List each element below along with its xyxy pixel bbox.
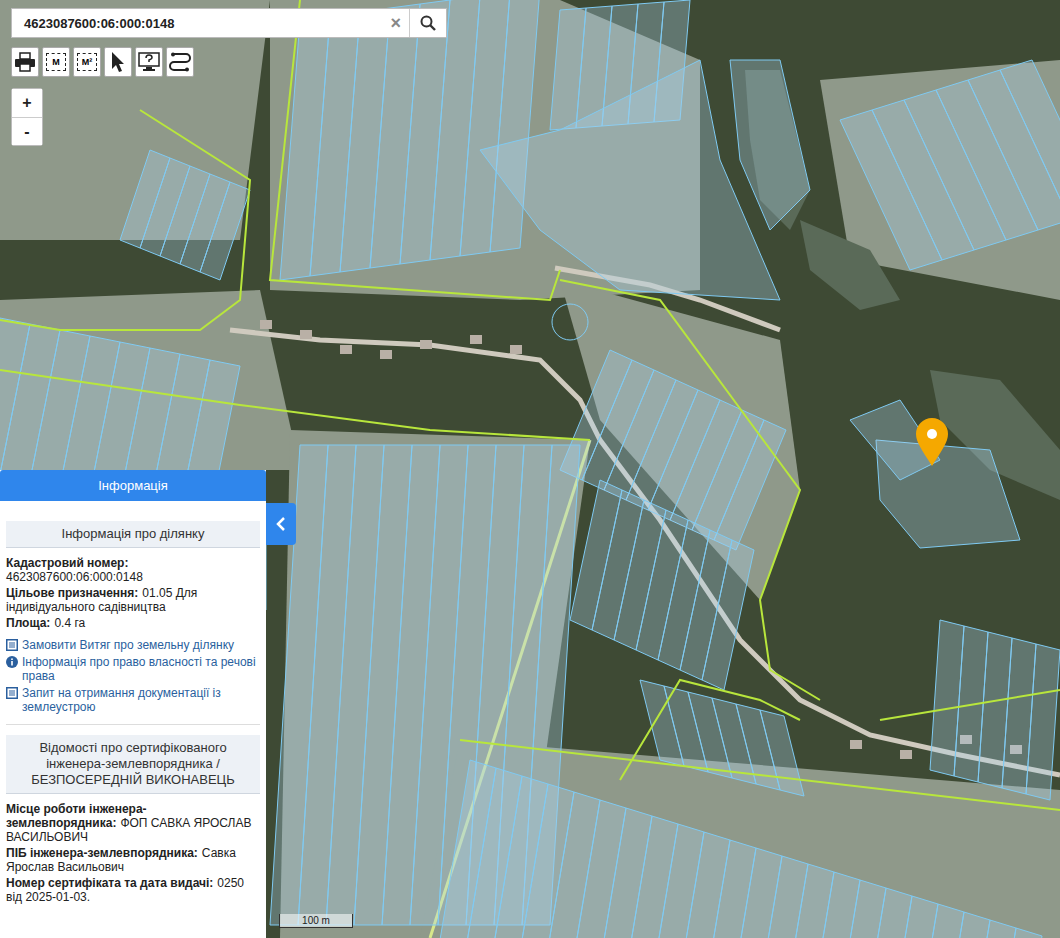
boundary-line xyxy=(0,370,590,440)
link-text: Інформація про право власності та речові… xyxy=(22,655,260,683)
link-text: Запит на отримання документації із земле… xyxy=(22,686,260,714)
toolbar: M M² xyxy=(11,47,447,77)
measure-label: M² xyxy=(81,57,94,67)
tool-select[interactable] xyxy=(104,47,132,77)
search-button[interactable] xyxy=(410,9,446,37)
parcel[interactable] xyxy=(702,540,754,690)
zoom-control: +- xyxy=(11,88,43,146)
field-value: 0.4 га xyxy=(54,616,85,630)
field-value: 4623087600:06:000:0148 xyxy=(6,570,143,584)
zoom-button[interactable]: + xyxy=(12,89,42,117)
clear-button[interactable]: × xyxy=(390,13,401,34)
cursor-icon xyxy=(110,51,126,73)
field-row: Площа: 0.4 га xyxy=(6,616,260,630)
parcel[interactable] xyxy=(760,710,804,796)
parcel[interactable] xyxy=(1026,644,1060,800)
house xyxy=(900,750,912,759)
scale-label: 100 m xyxy=(302,915,330,926)
field-label: Цільове призначення: xyxy=(6,586,138,600)
parcel-section: Інформація про ділянку Кадастровий номер:… xyxy=(6,521,260,714)
parcel[interactable] xyxy=(0,520,266,550)
house xyxy=(380,350,392,359)
info-panel: Інформація Інформація про ділянку Кадастро… xyxy=(0,470,266,938)
engineer-section: Відомості про сертифікованого інженера-з… xyxy=(6,724,260,904)
measure-label: M xyxy=(51,57,61,67)
parcel[interactable] xyxy=(882,896,938,938)
route-icon xyxy=(169,52,191,72)
field-row: Номер сертифіката та дата видачі:0250 ві… xyxy=(6,876,260,904)
lake xyxy=(800,220,900,310)
boundary-line xyxy=(270,0,560,300)
house xyxy=(340,345,352,354)
house xyxy=(260,320,272,329)
map-controls: 4623087600:06:000:0148× M M² +- xyxy=(11,8,447,146)
panel-link[interactable]: Запит на отримання документації із земле… xyxy=(6,686,260,714)
field-label: Площа: xyxy=(6,616,50,630)
tool-length[interactable]: M xyxy=(42,47,70,77)
field-label: Кадастровий номер: xyxy=(6,556,256,570)
section-heading: Відомості про сертифікованого інженера-з… xyxy=(6,735,260,794)
parcel[interactable] xyxy=(986,928,1042,938)
house xyxy=(420,340,432,349)
house xyxy=(850,740,862,749)
tool-help[interactable] xyxy=(135,47,163,77)
panel-link[interactable]: Інформація про право власності та речові… xyxy=(6,655,260,683)
parcel[interactable] xyxy=(908,904,964,938)
field-label: Номер сертифіката та дата видачі: xyxy=(6,876,213,890)
house xyxy=(510,345,522,354)
house xyxy=(300,330,312,339)
link-list: Замовити Витяг про земельну ділянку Інфор… xyxy=(6,638,260,714)
parcel[interactable] xyxy=(934,912,990,938)
printer-icon xyxy=(14,52,36,72)
zoom-button[interactable]: - xyxy=(12,117,42,145)
info-icon xyxy=(6,656,18,668)
parcel[interactable] xyxy=(552,304,588,340)
link-text: Замовити Витяг про земельну ділянку xyxy=(22,638,234,652)
tool-route[interactable] xyxy=(166,47,194,77)
field-row: Цільове призначення:01.05 Для індивідуал… xyxy=(6,586,260,614)
parcel[interactable] xyxy=(960,920,1016,938)
chevron-left-icon xyxy=(275,516,287,532)
scale-bar: 100 m xyxy=(279,914,353,928)
search-input[interactable]: 4623087600:06:000:0148× xyxy=(12,9,410,37)
area-measure-icon: M² xyxy=(76,52,98,72)
panel-body: Інформація про ділянку Кадастровий номер:… xyxy=(0,501,266,904)
field-row: Кадастровий номер:4623087600:06:000:0148 xyxy=(6,556,260,584)
section-heading: Інформація про ділянку xyxy=(6,521,260,548)
house xyxy=(470,335,482,344)
panel-header: Інформація xyxy=(0,470,266,501)
panel-link[interactable]: Замовити Витяг про земельну ділянку xyxy=(6,638,260,652)
parcel[interactable] xyxy=(856,888,912,938)
collapse-panel-button[interactable] xyxy=(266,503,296,545)
boundary-line xyxy=(620,680,800,780)
search-bar: 4623087600:06:000:0148× xyxy=(11,8,447,38)
length-measure-icon: M xyxy=(45,52,67,72)
tool-print[interactable] xyxy=(11,47,39,77)
field-row: ПІБ інженера-землевпорядника:Савка Яросл… xyxy=(6,846,260,874)
location-pin-icon[interactable] xyxy=(916,418,948,466)
parcel[interactable] xyxy=(714,420,786,550)
help-monitor-icon xyxy=(138,52,160,72)
boundary-line xyxy=(560,280,820,700)
tool-area[interactable]: M² xyxy=(73,47,101,77)
boundary-line xyxy=(880,690,1060,720)
field-list: Місце роботи інженера-землевпорядника:ФО… xyxy=(6,802,260,904)
search-value: 4623087600:06:000:0148 xyxy=(24,16,390,31)
document-icon xyxy=(6,639,18,651)
parcel[interactable] xyxy=(1000,60,1060,220)
field-row: Місце роботи інженера-землевпорядника:ФО… xyxy=(6,802,260,844)
parcel[interactable] xyxy=(730,60,810,230)
magnifier-icon xyxy=(420,15,436,31)
map-screen: 4623087600:06:000:0148×MM²+-ІнформаціяІн… xyxy=(0,0,1060,938)
field-label: ПІБ інженера-землевпорядника: xyxy=(6,846,198,860)
field-list: Кадастровий номер:4623087600:06:000:0148… xyxy=(6,556,260,630)
document-icon xyxy=(6,687,18,699)
boundary-line xyxy=(460,740,1060,810)
parcel[interactable] xyxy=(830,880,886,938)
boundary-line xyxy=(0,110,250,330)
